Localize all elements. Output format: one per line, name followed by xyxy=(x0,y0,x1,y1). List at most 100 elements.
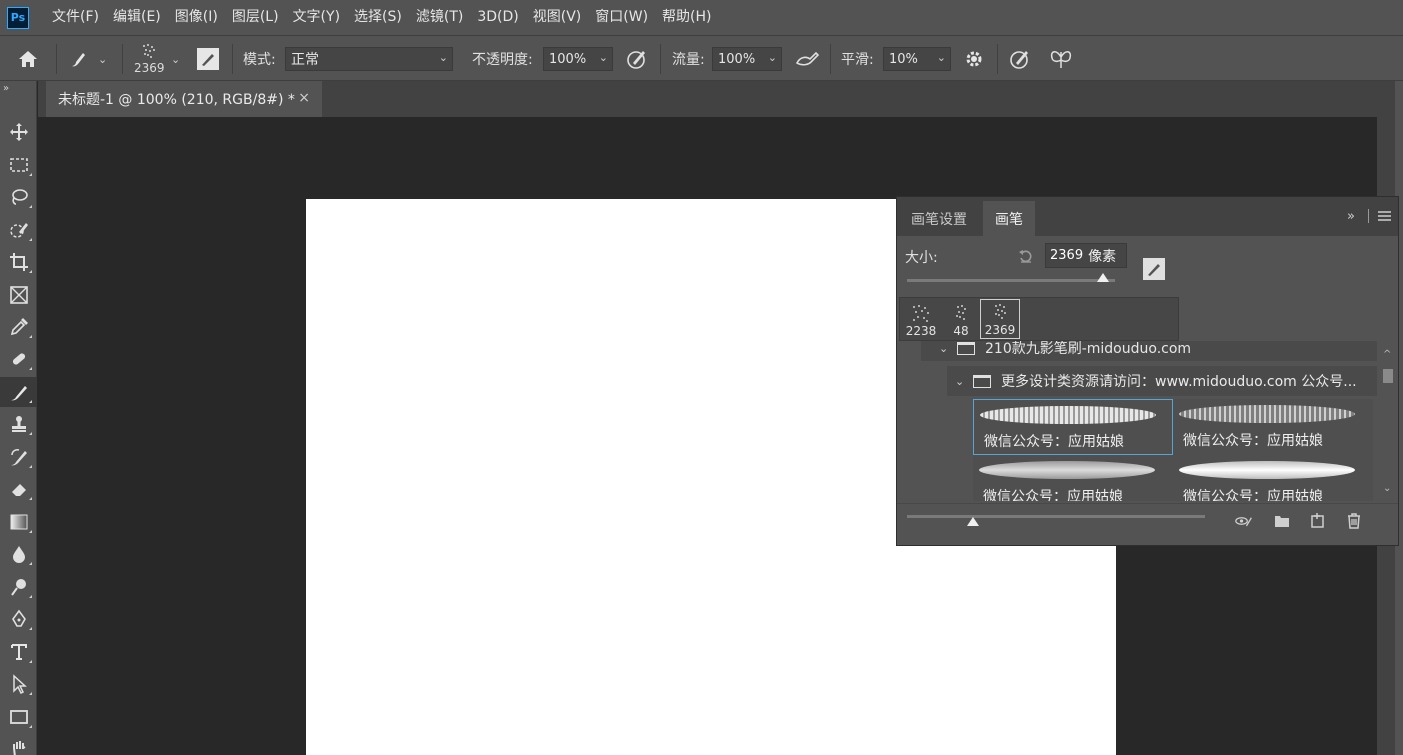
rectangle-tool[interactable] xyxy=(0,702,37,732)
brush-list-scrollbar[interactable]: ^ ⌄ xyxy=(1381,349,1395,499)
menu-file[interactable]: 文件(F) xyxy=(45,0,106,35)
history-brush-tool[interactable] xyxy=(0,442,37,472)
brush-item[interactable]: 微信公众号：应用姑娘 xyxy=(1173,399,1373,455)
marquee-tool[interactable] xyxy=(0,150,37,180)
quick-selection-tool[interactable] xyxy=(0,215,37,245)
frame-icon xyxy=(9,286,28,304)
mode-label: 模式: xyxy=(243,52,276,68)
chevron-down-icon[interactable]: ⌄ xyxy=(1383,483,1391,494)
rectangle-icon xyxy=(9,710,28,724)
size-value: 2369 xyxy=(1050,248,1084,263)
size-label: 大小: xyxy=(905,250,938,266)
new-folder-icon[interactable] xyxy=(1273,512,1291,530)
brush-preset-picker[interactable]: 2369 xyxy=(134,36,165,82)
size-slider[interactable] xyxy=(907,273,1115,282)
mode-select[interactable]: 正常 ⌄ xyxy=(285,47,453,71)
opacity-value: 100% xyxy=(549,51,587,67)
lasso-tool[interactable] xyxy=(0,182,37,212)
collapse-icon[interactable]: » xyxy=(3,83,9,94)
brush-item[interactable]: 微信公众号：应用姑娘 xyxy=(1173,455,1373,501)
tool-preset-picker[interactable]: ⌄ xyxy=(68,36,107,82)
menu-edit[interactable]: 编辑(E) xyxy=(106,0,168,35)
eyedropper-icon xyxy=(10,318,28,336)
chevron-down-icon[interactable]: ⌄ xyxy=(939,342,949,355)
brush-item[interactable]: 微信公众号：应用姑娘 xyxy=(973,455,1173,501)
menu-filter[interactable]: 滤镜(T) xyxy=(409,0,470,35)
gear-icon xyxy=(966,51,982,67)
healing-brush-tool[interactable] xyxy=(0,344,37,374)
menu-view[interactable]: 视图(V) xyxy=(526,0,589,35)
marquee-icon xyxy=(9,158,28,172)
menu-help[interactable]: 帮助(H) xyxy=(655,0,718,35)
size-slider-thumb[interactable] xyxy=(1096,273,1109,282)
eraser-tool[interactable] xyxy=(0,474,37,504)
chevron-up-icon[interactable]: ^ xyxy=(1383,349,1391,360)
gradient-tool[interactable] xyxy=(0,507,37,537)
panel-menu-icon[interactable] xyxy=(1378,210,1391,222)
document-tab[interactable]: 未标题-1 @ 100% (210, RGB/8#) * × xyxy=(46,81,322,117)
scrollbar-thumb[interactable] xyxy=(1383,369,1393,383)
brush-subgroup-row[interactable]: ⌄ 更多设计类资源请访问：www.midouduo.com 公众号... xyxy=(947,366,1377,396)
trash-icon[interactable] xyxy=(1345,512,1363,530)
gradient-icon xyxy=(10,514,27,530)
brush-group-name: 210款九影笔刷-midouduo.com xyxy=(985,341,1192,357)
crop-tool[interactable] xyxy=(0,247,37,277)
recent-brush-size: 48 xyxy=(953,324,969,338)
pen-icon xyxy=(11,609,26,627)
smoothing-options-button[interactable] xyxy=(963,36,985,82)
dodge-tool[interactable] xyxy=(0,572,37,602)
close-icon[interactable]: × xyxy=(298,90,310,106)
butterfly-icon xyxy=(1050,51,1072,68)
expand-panel-icon[interactable]: » xyxy=(1347,209,1355,224)
new-brush-icon[interactable] xyxy=(1309,512,1327,530)
history-brush-icon xyxy=(10,449,27,466)
smoothing-field[interactable]: 10% ⌄ xyxy=(883,47,951,71)
hand-tool[interactable] xyxy=(0,734,37,755)
brush-group-row[interactable]: ⌄ 210款九影笔刷-midouduo.com xyxy=(921,341,1377,361)
pressure-size-button[interactable] xyxy=(1008,36,1032,82)
lasso-icon xyxy=(11,189,28,205)
brush-stroke-preview xyxy=(1179,405,1355,423)
brush-size-readout: 2369 xyxy=(134,61,165,75)
brush-item-selected[interactable]: 微信公众号：应用姑娘 xyxy=(973,399,1173,455)
brush-item-label: 微信公众号：应用姑娘 xyxy=(983,489,1123,501)
pressure-opacity-button[interactable] xyxy=(625,36,649,82)
chevron-down-icon[interactable]: ⌄ xyxy=(955,375,965,388)
brush-subgroup-name: 更多设计类资源请访问：www.midouduo.com 公众号... xyxy=(1001,374,1357,390)
home-button[interactable] xyxy=(16,36,40,82)
symmetry-button[interactable] xyxy=(1048,36,1074,82)
pen-tool[interactable] xyxy=(0,604,37,634)
chevron-down-icon[interactable]: ⌄ xyxy=(171,53,180,66)
frame-tool[interactable] xyxy=(0,280,37,310)
brush-tool[interactable] xyxy=(0,377,37,407)
opacity-field[interactable]: 100% ⌄ xyxy=(543,47,613,71)
menu-3d[interactable]: 3D(D) xyxy=(470,0,525,35)
menu-window[interactable]: 窗口(W) xyxy=(588,0,655,35)
recent-brush-item-selected[interactable]: 2369 xyxy=(980,299,1020,339)
reset-size-icon[interactable] xyxy=(1017,247,1035,265)
airbrush-button[interactable] xyxy=(794,36,820,82)
brush-pen-button[interactable] xyxy=(1143,258,1165,280)
tab-brushes[interactable]: 画笔 xyxy=(983,201,1035,236)
preview-slider-thumb[interactable] xyxy=(966,517,979,526)
menu-type[interactable]: 文字(Y) xyxy=(286,0,347,35)
path-selection-tool[interactable] xyxy=(0,669,37,699)
blur-tool[interactable] xyxy=(0,539,37,569)
recent-brush-item[interactable]: 2238 xyxy=(901,299,941,339)
move-tool[interactable] xyxy=(0,117,37,147)
tab-brush-settings[interactable]: 画笔设置 xyxy=(899,201,979,236)
stamp-tool[interactable] xyxy=(0,409,37,439)
chevron-down-icon: ⌄ xyxy=(936,51,946,64)
flow-field[interactable]: 100% ⌄ xyxy=(712,47,782,71)
eyedropper-tool[interactable] xyxy=(0,312,37,342)
toggle-brush-settings-button[interactable] xyxy=(197,36,219,82)
preview-size-slider[interactable] xyxy=(907,515,1205,526)
size-input[interactable]: 2369 像素 xyxy=(1045,243,1127,268)
menu-select[interactable]: 选择(S) xyxy=(347,0,409,35)
document-title: 未标题-1 @ 100% (210, RGB/8#) * xyxy=(58,92,295,108)
eye-pen-icon[interactable] xyxy=(1235,512,1253,530)
type-tool[interactable] xyxy=(0,637,37,667)
menu-layer[interactable]: 图层(L) xyxy=(225,0,286,35)
recent-brush-item[interactable]: 48 xyxy=(941,299,981,339)
menu-image[interactable]: 图像(I) xyxy=(168,0,225,35)
